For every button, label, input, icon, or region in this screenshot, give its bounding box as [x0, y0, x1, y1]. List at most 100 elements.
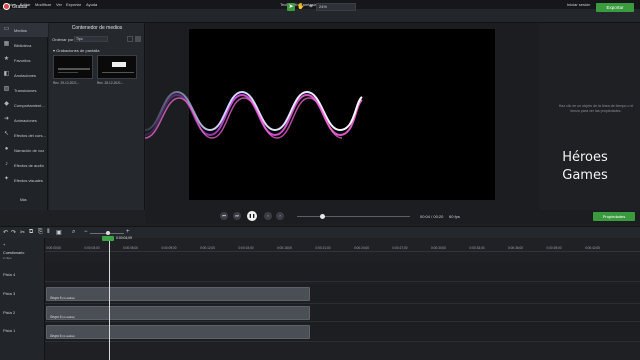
annotation-icon: ◧ [3, 71, 10, 77]
step-forward-icon[interactable]: ⏭ [233, 212, 241, 220]
mic-icon: ● [4, 146, 9, 152]
sidebar-item-label: Medios [14, 28, 27, 33]
next-icon[interactable]: › [276, 212, 284, 220]
track-headers: + Cuestionario 2 clips [0, 238, 45, 360]
copy-icon[interactable]: ⧉ [29, 229, 33, 236]
menu-exportar[interactable]: Exportar [66, 2, 81, 7]
group-header[interactable]: ▾ Grabaciones de pantalla [53, 48, 100, 53]
sidebar-item-label: Efectos del curs... [14, 133, 46, 138]
properties-hint: Haz clic en un objeto de la línea de tie… [558, 104, 634, 113]
zoom-select[interactable]: 24% [316, 3, 356, 11]
redo-icon[interactable]: ↷ [11, 229, 16, 236]
zoom-out-icon[interactable]: − [84, 229, 88, 235]
bin-title: Contenedor de medios [71, 25, 123, 31]
scrub-track[interactable] [297, 216, 410, 217]
audio-icon: ♪ [5, 161, 8, 167]
sidebar-item-efectos-visuales[interactable]: ✦ Efectos visuales [0, 173, 48, 187]
track-label-3[interactable]: Pista 3 [3, 291, 15, 296]
zoom-search-icon[interactable]: ⌕ [72, 229, 75, 236]
sidebar-item-narracion[interactable]: ● Narración de voz [0, 143, 48, 157]
main-toolbar [0, 9, 640, 23]
track-label-4[interactable]: Pista 4 [3, 272, 15, 277]
film-icon: ▭ [3, 26, 10, 32]
cut-icon[interactable]: ✂ [20, 229, 25, 236]
ruler-tick-label: 0:00:27;00 [392, 246, 408, 250]
undo-icon[interactable]: ↶ [3, 229, 8, 236]
track-label-2[interactable]: Pista 2 [3, 310, 15, 315]
track-label-1[interactable]: Pista 1 [3, 328, 15, 333]
clip-label: Grupo 6 (4 medios) [50, 296, 75, 300]
playhead-handle[interactable] [102, 236, 114, 241]
menu-ayuda[interactable]: Ayuda [86, 2, 97, 7]
play-pause-icon[interactable]: ❚❚ [247, 211, 257, 221]
sidebar-item-anotaciones[interactable]: ◧ Anotaciones [0, 68, 48, 82]
sidebar-item-animaciones[interactable]: ➜ Animaciones [0, 113, 48, 127]
cursor-icon: ↖ [3, 131, 10, 137]
group-clip-track-2[interactable]: Grupo 6 (4 medios) [46, 306, 310, 320]
properties-button[interactable]: Propiedades [593, 212, 635, 221]
list-view-icon[interactable] [127, 36, 133, 42]
sidebar-item-label: Comportamient... [14, 103, 45, 108]
sidebar-item-biblioteca[interactable]: ▦ Biblioteca [0, 38, 48, 52]
menu-modificar[interactable]: Modificar [35, 2, 51, 7]
media-thumb[interactable] [97, 55, 137, 79]
timecode: 00:04 / 00:20 [420, 214, 444, 219]
media-thumb[interactable] [53, 55, 93, 79]
snapshot-icon[interactable]: ▣ [56, 229, 62, 236]
ruler-tick-label: 0:00:06;00 [123, 246, 139, 250]
ruler-tick-label: 0:00:09;00 [161, 246, 177, 250]
tools-sidebar: ▭ Medios ▦ Biblioteca ★ Favoritos ◧ Anot… [0, 23, 48, 210]
thumb-preview [102, 62, 134, 73]
record-button[interactable]: Grabar [12, 4, 28, 10]
playhead-line[interactable] [109, 238, 110, 360]
star-icon: ★ [3, 56, 10, 62]
prev-icon[interactable]: ‹ [264, 212, 272, 220]
select-tool-icon[interactable]: ➤ [287, 3, 295, 11]
zoom-slider-handle[interactable] [106, 231, 110, 235]
sidebar-item-efectos-cursor[interactable]: ↖ Efectos del curs... [0, 128, 48, 142]
record-icon[interactable] [3, 3, 10, 10]
sidebar-item-efectos-audio[interactable]: ♪ Efectos de audio [0, 158, 48, 172]
export-button[interactable]: Exportar [596, 3, 634, 12]
camtasia-window: Archivo Editar Modificar Ver Exportar Ay… [0, 0, 640, 360]
sidebar-item-favoritos[interactable]: ★ Favoritos [0, 53, 48, 67]
group-clip-track-3[interactable]: Grupo 6 (4 medios) [46, 287, 310, 301]
sidebar-item-medios[interactable]: ▭ Medios [0, 23, 48, 37]
sort-label: Ordenar por [52, 37, 74, 42]
sidebar-item-label: Narración de voz [14, 148, 45, 153]
sidebar-item-comportamientos[interactable]: ◆ Comportamient... [0, 98, 48, 112]
scrub-handle[interactable] [320, 214, 325, 219]
playhead-time: 0:00:04;09 [116, 236, 133, 240]
split-icon[interactable]: ⫴ [47, 229, 50, 236]
clip-label: Grupo 6 (4 medios) [50, 334, 75, 338]
zoom-in-icon[interactable]: + [126, 229, 130, 235]
sidebar-item-label: Animaciones [14, 118, 37, 123]
behavior-icon: ◆ [4, 101, 9, 107]
wave-graphic[interactable] [140, 80, 370, 150]
paste-icon[interactable]: ⎘ [38, 229, 43, 236]
more-tools-button[interactable]: Más + [0, 196, 55, 206]
ruler-tick-label: 0:00:00;00 [46, 246, 62, 250]
menu-ver[interactable]: Ver [56, 2, 62, 7]
sidebar-item-transiciones[interactable]: ▨ Transiciones [0, 83, 48, 97]
group-clip-track-1[interactable]: Grupo 6 (4 medios) [46, 325, 310, 339]
fps-label: 60 fps [449, 214, 460, 219]
sidebar-item-label: Transiciones [14, 88, 37, 93]
crop-tool-icon[interactable]: ⌗ [307, 3, 315, 11]
ruler-tick-label: 0:00:24;00 [354, 246, 370, 250]
library-icon: ▦ [3, 41, 10, 47]
timeline-add-track-icon[interactable]: + [3, 242, 5, 247]
signin-link[interactable]: Iniciar sesión [567, 2, 590, 7]
animation-icon: ➜ [3, 116, 10, 122]
export-label: Exportar [606, 5, 624, 10]
pan-tool-icon[interactable]: ✋ [297, 3, 305, 11]
brand-line-1: Héroes [562, 150, 608, 165]
sort-select[interactable]: Tipo [74, 36, 108, 42]
quiz-track-title: Cuestionario [3, 251, 25, 255]
ruler-tick-label: 0:00:33;00 [469, 246, 485, 250]
step-back-icon[interactable]: ⏮ [220, 212, 228, 220]
track-row-4[interactable] [45, 262, 640, 282]
grid-view-icon[interactable] [135, 36, 141, 42]
quiz-track-sub: 2 clips [3, 256, 12, 260]
sidebar-item-label: Efectos de audio [14, 163, 44, 168]
